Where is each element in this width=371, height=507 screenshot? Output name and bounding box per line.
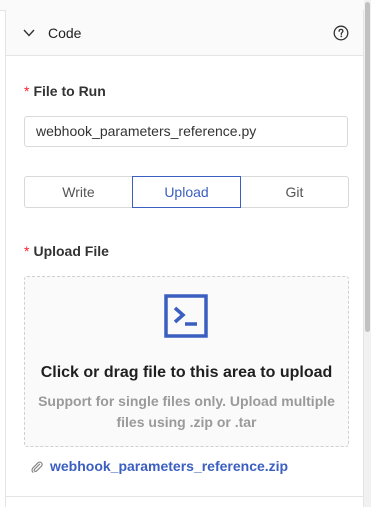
file-to-run-label: * File to Run <box>24 83 106 99</box>
scrollbar-thumb[interactable] <box>365 2 370 332</box>
terminal-icon <box>164 294 208 338</box>
required-mark: * <box>24 83 30 99</box>
tab-write[interactable]: Write <box>24 176 133 208</box>
tab-upload[interactable]: Upload <box>132 176 241 208</box>
upload-dropzone[interactable]: Click or drag file to this area to uploa… <box>24 276 349 447</box>
section-title: Code <box>48 25 82 41</box>
paperclip-icon <box>31 461 43 473</box>
code-source-segmented-control: Write Upload Git <box>24 176 349 208</box>
upload-file-label: * Upload File <box>24 243 109 259</box>
dropzone-hint: Support for single files only. Upload mu… <box>38 393 335 430</box>
file-to-run-label-text: File to Run <box>33 83 106 99</box>
code-panel: Code * File to Run webhook_parameters_ref… <box>5 10 364 507</box>
uploaded-file-name[interactable]: webhook_parameters_reference.zip <box>50 458 288 474</box>
required-mark: * <box>24 243 30 259</box>
help-icon[interactable] <box>333 25 349 41</box>
upload-file-label-text: Upload File <box>33 243 109 259</box>
scrollbar[interactable] <box>364 0 371 507</box>
tab-git[interactable]: Git <box>240 176 349 208</box>
code-section-header[interactable]: Code <box>6 10 363 56</box>
section-divider <box>6 496 363 497</box>
file-to-run-input[interactable]: webhook_parameters_reference.py <box>24 116 348 147</box>
chevron-down-icon[interactable] <box>22 26 36 40</box>
dropzone-title: Click or drag file to this area to uploa… <box>40 364 333 381</box>
